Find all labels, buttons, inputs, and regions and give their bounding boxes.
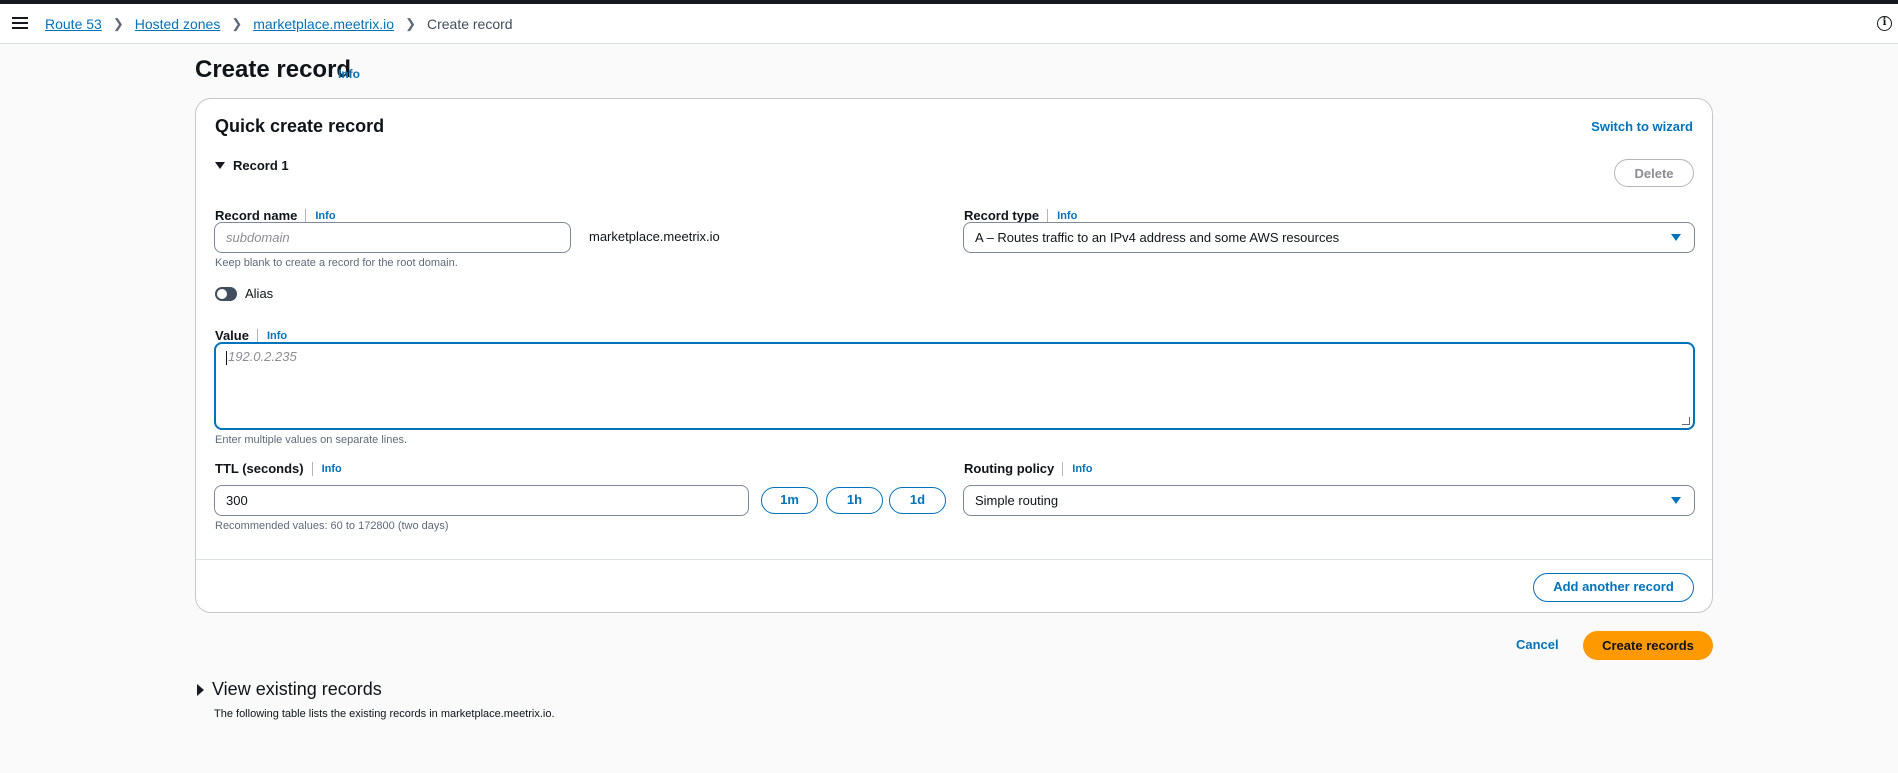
record-name-label: Record name Info [215,208,336,223]
view-existing-hint: The following table lists the existing r… [214,708,555,720]
record-type-info-link[interactable]: Info [1047,208,1077,223]
routing-policy-select[interactable]: Simple routing [963,485,1695,516]
text-cursor [226,350,227,365]
caret-right-icon [197,683,204,696]
add-another-record-button[interactable]: Add another record [1533,573,1694,602]
ttl-1h-button[interactable]: 1h [826,487,883,514]
value-info-link[interactable]: Info [256,328,287,343]
info-circle-icon[interactable]: i [1877,16,1892,31]
value-label: Value Info [215,328,287,343]
routing-policy-info-link[interactable]: Info [1062,461,1092,476]
alias-label: Alias [245,286,274,301]
page-title: Create record [195,56,352,83]
caret-down-icon [215,162,225,169]
navbar: Route 53 ❯ Hosted zones ❯ marketplace.me… [0,4,1898,44]
resize-grip-icon[interactable] [1682,417,1690,425]
record-name-info-link[interactable]: Info [305,208,336,223]
ttl-input[interactable]: 300 [214,485,749,516]
alias-toggle[interactable] [215,286,237,301]
breadcrumb-zone[interactable]: marketplace.meetrix.io [253,16,394,32]
ttl-1d-button[interactable]: 1d [889,487,946,514]
cancel-button[interactable]: Cancel [1516,637,1559,652]
domain-suffix: marketplace.meetrix.io [589,229,720,244]
record-1-label: Record 1 [233,158,289,173]
record-name-label-text: Record name [215,208,298,223]
breadcrumb-hosted-zones[interactable]: Hosted zones [135,16,221,32]
chevron-right-icon: ❯ [405,16,416,31]
record-type-label: Record type Info [964,208,1077,223]
breadcrumb-route53[interactable]: Route 53 [45,16,102,32]
record-type-label-text: Record type [964,208,1040,223]
value-label-text: Value [215,328,249,343]
ttl-label-text: TTL (seconds) [215,461,304,476]
ttl-label: TTL (seconds) Info [215,461,342,476]
routing-policy-label: Routing policy Info [964,461,1092,476]
delete-button[interactable]: Delete [1614,159,1694,187]
value-textarea[interactable]: 192.0.2.235 [214,342,1695,430]
record-name-input[interactable]: subdomain [214,222,571,253]
view-existing-title: View existing records [212,679,382,699]
record-name-hint: Keep blank to create a record for the ro… [215,257,458,269]
chevron-right-icon: ❯ [112,16,124,31]
routing-policy-label-text: Routing policy [964,461,1055,476]
switch-to-wizard-link[interactable]: Switch to wizard [1591,119,1693,134]
quick-create-card: Quick create record Switch to wizard Rec… [195,98,1713,613]
caret-down-icon [1671,497,1681,504]
value-hint: Enter multiple values on separate lines. [215,434,407,446]
record-type-value: A – Routes traffic to an IPv4 address an… [975,230,1340,245]
card-title: Quick create record [215,116,385,136]
menu-icon[interactable] [11,15,29,33]
routing-policy-value: Simple routing [975,493,1059,508]
view-existing-records-expander[interactable]: View existing records [197,679,382,700]
ttl-info-link[interactable]: Info [311,461,342,476]
card-divider [196,559,1712,560]
caret-down-icon [1671,234,1681,241]
record-type-select[interactable]: A – Routes traffic to an IPv4 address an… [963,222,1695,253]
value-placeholder: 192.0.2.235 [228,349,297,364]
ttl-1m-button[interactable]: 1m [761,487,818,514]
create-records-button[interactable]: Create records [1583,631,1713,660]
alias-row: Alias [215,286,273,301]
record-1-expander[interactable]: Record 1 [215,158,289,173]
chevron-right-icon: ❯ [231,16,243,31]
breadcrumb: Route 53 ❯ Hosted zones ❯ marketplace.me… [45,14,513,34]
breadcrumb-current: Create record [426,16,513,32]
page-info-link[interactable]: Info [338,67,360,81]
ttl-hint: Recommended values: 60 to 172800 (two da… [215,520,449,532]
